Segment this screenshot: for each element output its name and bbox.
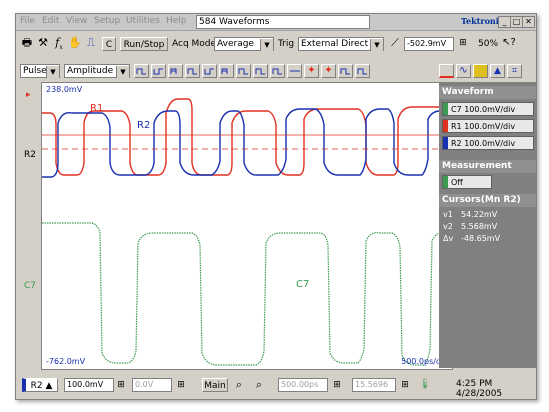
zoom-out-icon[interactable]: ⌕ bbox=[252, 378, 266, 392]
display-wave-icon[interactable]: ∿ bbox=[456, 64, 471, 78]
menu-utilities[interactable]: Utilities bbox=[126, 16, 160, 26]
zoom-in-icon[interactable]: ⌕ bbox=[232, 378, 246, 392]
timebase-spinner-icon[interactable]: ⊞ bbox=[330, 378, 344, 392]
run-stop-button[interactable]: Run/Stop bbox=[120, 37, 168, 51]
chevron-down-icon: ▼ bbox=[46, 66, 59, 78]
chevron-up-icon: ▲ bbox=[45, 381, 53, 391]
main-button[interactable]: Main bbox=[202, 378, 228, 392]
clear-button[interactable]: C bbox=[102, 37, 116, 51]
help-pointer-icon[interactable]: ↖? bbox=[502, 36, 516, 50]
waveform-count: 584 Waveforms bbox=[196, 15, 370, 29]
print-icon[interactable]: 🖶 bbox=[20, 36, 34, 50]
source-value: R2 bbox=[30, 381, 43, 391]
menu-edit[interactable]: Edit bbox=[42, 16, 59, 26]
cursor-v1-row: v1 54.22mV bbox=[443, 210, 497, 220]
ch-r2-label: R2 100.0mV/div bbox=[451, 139, 516, 148]
clock: 4:25 PM 4/28/2005 bbox=[456, 379, 503, 399]
waveform-display[interactable]: 238.0mV -762.0mV 500.0ps/div R1 R2 C7 bbox=[41, 82, 453, 370]
ch-r2-button[interactable]: R2 100.0mV/div bbox=[442, 136, 534, 150]
position-spinner-icon[interactable]: ⊞ bbox=[398, 378, 412, 392]
display-yellow-icon[interactable] bbox=[473, 64, 488, 78]
cursor-delta-row: Δv -48.65mV bbox=[443, 234, 500, 244]
display-red-icon[interactable] bbox=[439, 64, 454, 78]
vertical-scale-bottom: -762.0mV bbox=[46, 357, 86, 366]
cursor-v1-value: 54.22mV bbox=[461, 210, 498, 219]
waveform-header: Waveform bbox=[439, 86, 536, 99]
pulse-value: Pulse bbox=[23, 66, 47, 76]
display-mountain-icon[interactable]: ▲ bbox=[490, 64, 505, 78]
measurement-header: Measurement bbox=[439, 160, 536, 173]
main-toolbar: 🖶 ⚒ fx ✋ ⎍ C Run/Stop Acq Mode Average ▼… bbox=[16, 36, 536, 52]
display-grid-icon[interactable]: ⌗ bbox=[507, 64, 522, 78]
r2-ground-marker[interactable]: R2 bbox=[24, 150, 39, 160]
cursor-delta-name: Δv bbox=[443, 234, 454, 243]
meas-icon-glyphs bbox=[136, 68, 367, 75]
hand-icon[interactable]: ✋ bbox=[68, 36, 82, 50]
ch-r1-label: R1 100.0mV/div bbox=[451, 122, 516, 131]
r2-label: R2 bbox=[137, 120, 151, 131]
c7-label: C7 bbox=[296, 279, 310, 290]
ch-r1-button[interactable]: R1 100.0mV/div bbox=[442, 119, 534, 133]
close-button[interactable]: ✕ bbox=[522, 16, 535, 28]
ch-c7-button[interactable]: C7 100.0mV/div bbox=[442, 102, 534, 116]
r1-swatch bbox=[443, 120, 448, 132]
amplitude-select[interactable]: Amplitude ▼ bbox=[64, 64, 130, 78]
tools-icon[interactable]: ⚒ bbox=[36, 36, 50, 50]
r1-ground-marker[interactable]: ▸ bbox=[26, 90, 41, 100]
chevron-down-icon: ▼ bbox=[370, 39, 383, 51]
cursor-v1-name: v1 bbox=[443, 210, 453, 219]
chevron-down-icon: ▼ bbox=[260, 39, 273, 51]
cursor-v2-value: 5.568mV bbox=[461, 222, 498, 231]
cursor-v2-name: v2 bbox=[443, 222, 453, 231]
bottom-control-bar: R2 ▲ 100.0mV ⊞ 0.0V ⊞ Main ⌕ ⌕ 500.00ps … bbox=[16, 374, 536, 399]
measurement-swatch bbox=[443, 176, 448, 188]
measurement-state: Off bbox=[451, 178, 463, 187]
c7-swatch bbox=[443, 103, 448, 115]
zoom-percent: 50% bbox=[478, 39, 499, 49]
menu-help[interactable]: Help bbox=[166, 16, 187, 26]
acq-mode-label: Acq Mode bbox=[172, 39, 217, 49]
measurement-off-button[interactable]: Off bbox=[442, 175, 492, 189]
amplitude-value: Amplitude bbox=[67, 66, 114, 76]
right-panel: Waveform C7 100.0mV/div R1 100.0mV/div R… bbox=[439, 82, 536, 368]
scale-spinner-icon[interactable]: ⊞ bbox=[114, 378, 128, 392]
vertical-scale-top: 238.0mV bbox=[46, 85, 83, 94]
trig-label: Trig bbox=[278, 39, 295, 49]
trig-value: External Direct bbox=[301, 39, 369, 49]
r2-swatch bbox=[443, 137, 448, 149]
menu-file[interactable]: File bbox=[20, 16, 35, 26]
offset-field[interactable]: 0.0V bbox=[132, 378, 172, 392]
source-select[interactable]: R2 ▲ bbox=[22, 378, 58, 392]
ch-c7-label: C7 100.0mV/div bbox=[451, 105, 516, 114]
offset-spinner-icon[interactable]: ⊞ bbox=[174, 378, 188, 392]
c7-ground-marker[interactable]: C7 bbox=[24, 281, 39, 291]
menu-bar: File Edit View Setup Utilities Help 584 … bbox=[16, 14, 536, 31]
position-field[interactable]: 15.5696 bbox=[352, 378, 396, 392]
r1-label: R1 bbox=[90, 103, 104, 114]
autoset-icon[interactable]: ⎍ bbox=[84, 36, 98, 50]
acq-mode-select[interactable]: Average ▼ bbox=[214, 37, 274, 51]
timebase-field[interactable]: 500.00ps bbox=[278, 378, 328, 392]
spinner-icon[interactable]: ⊞ bbox=[456, 36, 470, 50]
temperature-icon: 🌡 bbox=[418, 379, 432, 390]
menu-view[interactable]: View bbox=[66, 16, 87, 26]
pulse-select[interactable]: Pulse ▼ bbox=[20, 64, 60, 78]
trig-select[interactable]: External Direct ▼ bbox=[298, 37, 384, 51]
function-icon[interactable]: fx bbox=[52, 36, 66, 51]
cursors-header: Cursors(Mn R2) bbox=[439, 194, 536, 207]
r2-trace bbox=[42, 108, 452, 178]
acq-mode-value: Average bbox=[217, 39, 254, 49]
cursor-v2-row: v2 5.568mV bbox=[443, 222, 497, 232]
menu-setup[interactable]: Setup bbox=[94, 16, 120, 26]
chevron-down-icon: ▼ bbox=[116, 66, 129, 78]
scale-field[interactable]: 100.0mV bbox=[64, 378, 114, 392]
scope-window: File Edit View Setup Utilities Help 584 … bbox=[15, 13, 537, 400]
waveform-traces bbox=[42, 98, 452, 366]
cursor-delta-value: -48.65mV bbox=[461, 234, 501, 243]
trigger-slope-icon[interactable]: ⟋ bbox=[388, 36, 402, 50]
trig-level-field[interactable]: -502.9mV bbox=[404, 37, 454, 51]
c7-trace bbox=[42, 222, 452, 366]
